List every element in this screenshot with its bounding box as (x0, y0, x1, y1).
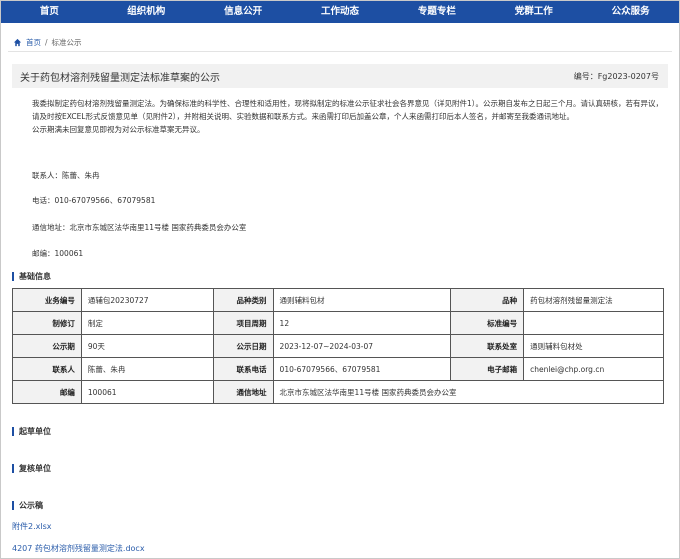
section-basic-info: 基础信息 (12, 272, 51, 281)
nav-party-work[interactable]: 党群工作 (485, 1, 582, 23)
home-icon (13, 38, 22, 47)
notice-body: 我委拟制定药包材溶剂残留量测定法。为确保标准的科学性、合理性和适用性，现将拟制定… (32, 97, 668, 136)
section-public-draft: 公示稿 (12, 501, 43, 510)
page-title: 关于药包材溶剂残留量测定法标准草案的公示 (20, 72, 220, 84)
contact-address: 通信地址：北京市东城区法华南里11号楼 国家药典委员会办公室 (32, 223, 247, 232)
table-cell: 100061 (80, 380, 214, 404)
divider (8, 51, 672, 52)
notice-paragraph-1: 我委拟制定药包材溶剂残留量测定法。为确保标准的科学性、合理性和适用性，现将拟制定… (32, 99, 664, 121)
table-cell: 邮编 (12, 380, 82, 404)
email-cell[interactable]: chenlei@chp.org.cn (523, 357, 664, 381)
table-cell: 北京市东城区法华南里11号楼 国家药典委员会办公室 (272, 380, 665, 404)
section-review-unit: 复核单位 (12, 464, 51, 473)
contact-postcode: 邮编：100061 (32, 249, 84, 258)
section-draft-unit: 起草单位 (12, 427, 51, 436)
table-cell: 010-67079566、67079581 (272, 357, 452, 381)
table-cell: 2023-12-07~2024-03-07 (272, 334, 452, 358)
contact-person: 联系人：陈蕾、朱冉 (32, 171, 100, 180)
nav-public-service[interactable]: 公众服务 (582, 1, 679, 23)
nav-info-disclosure[interactable]: 信息公开 (195, 1, 292, 23)
nav-organization[interactable]: 组织机构 (98, 1, 195, 23)
table-row: 邮编 100061 通信地址 北京市东城区法华南里11号楼 国家药典委员会办公室 (12, 380, 665, 404)
table-cell: 公示期 (12, 334, 82, 358)
table-cell: 品种类别 (212, 288, 274, 312)
table-row: 联系人 陈蕾、朱冉 联系电话 010-67079566、67079581 电子邮… (12, 357, 664, 381)
table-cell: 标准编号 (450, 311, 525, 335)
table-row: 制修订 制定 项目周期 12 标准编号 (12, 311, 664, 335)
nav-special-topics[interactable]: 专题专栏 (388, 1, 485, 23)
attachment-link-xlsx[interactable]: 附件2.xlsx (12, 521, 52, 532)
table-row: 公示期 90天 公示日期 2023-12-07~2024-03-07 联系处室 … (12, 334, 664, 358)
breadcrumb: 首页 / 标准公示 (13, 37, 82, 48)
contact-phone: 电话：010-67079566、67079581 (32, 196, 156, 205)
table-cell: 联系人 (12, 357, 82, 381)
breadcrumb-current[interactable]: 标准公示 (52, 37, 82, 48)
title-bar: 关于药包材溶剂残留量测定法标准草案的公示 编号：Fg2023-0207号 (12, 64, 668, 88)
table-cell: 联系电话 (212, 357, 274, 381)
table-cell: 通则辅料包材 (272, 288, 452, 312)
table-cell: 业务编号 (12, 288, 82, 312)
notice-paragraph-2: 公示期满未回复意见即视为对公示标准草案无异议。 (32, 125, 205, 134)
table-cell: 通信地址 (212, 380, 274, 404)
table-cell: 制定 (80, 311, 214, 335)
table-cell: 12 (272, 311, 452, 335)
table-cell: 陈蕾、朱冉 (80, 357, 214, 381)
breadcrumb-separator: / (45, 38, 48, 47)
table-cell: 通则辅料包材处 (523, 334, 664, 358)
nav-work-news[interactable]: 工作动态 (292, 1, 389, 23)
table-cell: 通辅包20230727 (80, 288, 214, 312)
top-navigation: 首页 组织机构 信息公开 工作动态 专题专栏 党群工作 公众服务 (1, 1, 679, 23)
table-cell: 品种 (450, 288, 525, 312)
breadcrumb-home[interactable]: 首页 (26, 37, 41, 48)
table-cell: 90天 (80, 334, 214, 358)
attachment-link-docx[interactable]: 4207 药包材溶剂残留量测定法.docx (12, 543, 145, 554)
table-cell (523, 311, 664, 335)
nav-home[interactable]: 首页 (1, 1, 98, 23)
table-cell: 联系处室 (450, 334, 525, 358)
table-row: 业务编号 通辅包20230727 品种类别 通则辅料包材 品种 药包材溶剂残留量… (12, 288, 664, 312)
table-cell: 药包材溶剂残留量测定法 (523, 288, 664, 312)
table-cell: 制修订 (12, 311, 82, 335)
table-cell: 公示日期 (212, 334, 274, 358)
basic-info-table: 业务编号 通辅包20230727 品种类别 通则辅料包材 品种 药包材溶剂残留量… (12, 288, 665, 404)
table-cell: 项目周期 (212, 311, 274, 335)
table-cell: 电子邮箱 (450, 357, 525, 381)
notice-code: 编号：Fg2023-0207号 (573, 71, 659, 81)
